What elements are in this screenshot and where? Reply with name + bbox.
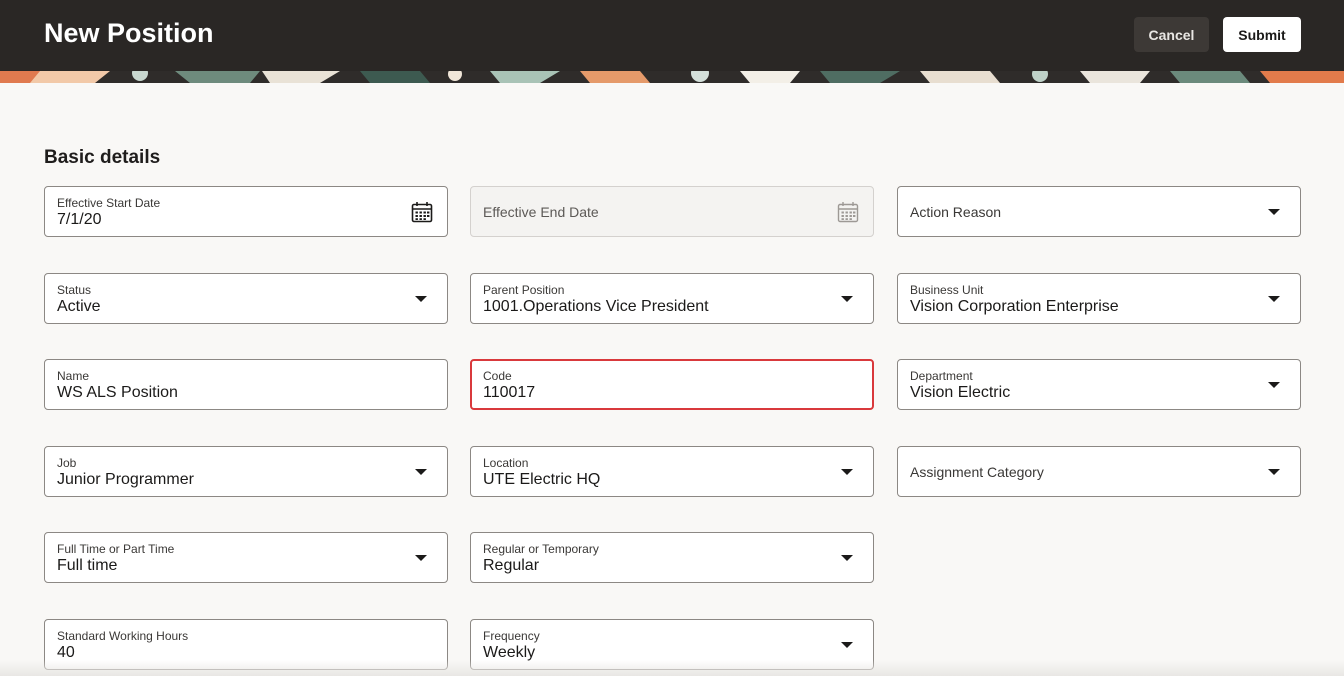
- department-select[interactable]: Department Vision Electric: [897, 359, 1301, 410]
- chevron-down-icon[interactable]: [415, 469, 427, 475]
- field-label: Parent Position: [483, 283, 565, 297]
- field-label: Effective Start Date: [57, 196, 161, 210]
- code-field[interactable]: Code 110017: [470, 359, 874, 410]
- field-value: Junior Programmer: [57, 471, 194, 488]
- name-field[interactable]: Name WS ALS Position: [44, 359, 448, 410]
- submit-button[interactable]: Submit: [1223, 17, 1301, 52]
- field-value: 1001.Operations Vice President: [483, 298, 709, 315]
- parent-position-select[interactable]: Parent Position 1001.Operations Vice Pre…: [470, 273, 874, 324]
- location-select[interactable]: Location UTE Electric HQ: [470, 446, 874, 497]
- cancel-button[interactable]: Cancel: [1134, 17, 1209, 52]
- effective-end-date-field[interactable]: Effective End Date: [470, 186, 874, 237]
- job-select[interactable]: Job Junior Programmer: [44, 446, 448, 497]
- chevron-down-icon[interactable]: [415, 296, 427, 302]
- chevron-down-icon[interactable]: [1268, 209, 1280, 215]
- section-title: Basic details: [44, 147, 161, 168]
- chevron-down-icon[interactable]: [415, 555, 427, 561]
- field-value: Vision Electric: [910, 384, 1011, 401]
- field-label: Standard Working Hours: [57, 629, 189, 643]
- chevron-down-icon[interactable]: [841, 296, 853, 302]
- full-part-time-select[interactable]: Full Time or Part Time Full time: [44, 532, 448, 583]
- effective-start-date-field[interactable]: Effective Start Date 7/1/20: [44, 186, 448, 237]
- field-value: Active: [57, 298, 101, 315]
- chevron-down-icon[interactable]: [841, 642, 853, 648]
- field-value: Full time: [57, 557, 118, 574]
- chevron-down-icon[interactable]: [1268, 382, 1280, 388]
- field-placeholder: Action Reason: [910, 204, 1002, 220]
- field-value: UTE Electric HQ: [483, 471, 601, 488]
- chevron-down-icon[interactable]: [841, 555, 853, 561]
- calendar-icon[interactable]: [411, 201, 433, 223]
- field-value: 7/1/20: [57, 211, 102, 228]
- field-value: WS ALS Position: [57, 384, 178, 401]
- field-label: Name: [57, 369, 90, 383]
- field-label: Job: [57, 456, 77, 470]
- field-label: Code: [483, 369, 512, 383]
- field-value: 110017: [483, 384, 536, 401]
- field-label: Frequency: [483, 629, 540, 643]
- chevron-down-icon[interactable]: [841, 469, 853, 475]
- assignment-category-select[interactable]: Assignment Category: [897, 446, 1301, 497]
- regular-temporary-select[interactable]: Regular or Temporary Regular: [470, 532, 874, 583]
- decorative-banner: [0, 71, 1344, 83]
- field-label: Regular or Temporary: [483, 542, 599, 556]
- field-label: Business Unit: [910, 283, 984, 297]
- business-unit-select[interactable]: Business Unit Vision Corporation Enterpr…: [897, 273, 1301, 324]
- field-value: Regular: [483, 557, 540, 574]
- field-label: Full Time or Part Time: [57, 542, 175, 556]
- scroll-shadow: [0, 660, 1344, 676]
- field-placeholder: Assignment Category: [910, 464, 1044, 480]
- field-value: Vision Corporation Enterprise: [910, 298, 1119, 315]
- field-label: Location: [483, 456, 529, 470]
- field-label: Status: [57, 283, 92, 297]
- status-select[interactable]: Status Active: [44, 273, 448, 324]
- page-title: New Position: [44, 18, 214, 48]
- action-reason-select[interactable]: Action Reason: [897, 186, 1301, 237]
- calendar-icon[interactable]: [837, 201, 859, 223]
- chevron-down-icon[interactable]: [1268, 469, 1280, 475]
- chevron-down-icon[interactable]: [1268, 296, 1280, 302]
- page-header: New Position Cancel Submit: [0, 0, 1344, 71]
- field-placeholder: Effective End Date: [483, 204, 599, 220]
- field-label: Department: [910, 369, 973, 383]
